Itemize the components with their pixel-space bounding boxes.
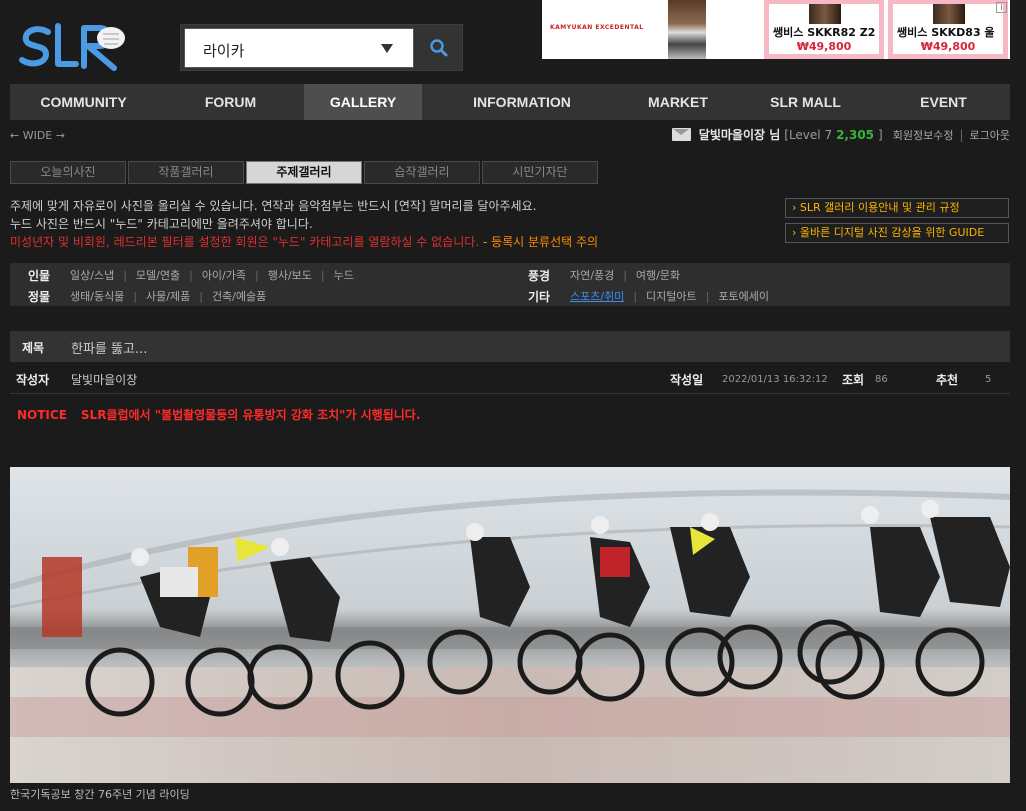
category-link[interactable]: 모델/연출 [136,267,180,283]
tab-citizen-reporter[interactable]: 시민기자단 [482,161,598,184]
category-label: 풍경 [528,268,551,283]
tab-work-gallery[interactable]: 작품갤러리 [128,161,244,184]
photo-caption: 한국기독공보 창간 76주년 기념 라이딩 [10,788,190,801]
slr-logo-mark [19,23,125,71]
user-points: 2,305 [836,127,875,142]
ad-info-icon[interactable]: i [996,2,1007,13]
notice-tag: NOTICE [17,408,67,422]
category-row: 풍경 자연/풍경 | 여행/문화 [528,267,681,283]
category-link[interactable]: 생태/동식물 [70,288,124,304]
chevron-down-icon [381,44,393,53]
search-category-value: 라이카 [203,42,245,60]
category-row: 인물 일상/스냅 | 모델/연출 | 아이/가족 | 행사/보도 | 누드 [28,267,354,283]
post-title: 한파를 뚫고... [71,342,148,357]
category-link[interactable]: 자연/풍경 [570,267,614,283]
search-category-select[interactable]: 라이카 [184,28,414,68]
category-panel: 인물 일상/스냅 | 모델/연출 | 아이/가족 | 행사/보도 | 누드 풍경 자연/… [10,263,1010,306]
envelope-icon[interactable] [671,128,691,141]
ad-product-name: 쌩비스 SKKR82 Z2 [773,26,876,39]
category-link-selected[interactable]: 스포츠/취미 [570,288,624,304]
cyclists-photo [10,467,1010,783]
logout-link[interactable]: 로그아웃 [970,127,1010,143]
edit-profile-link[interactable]: 회원정보수정 [893,127,954,143]
tab-theme-gallery[interactable]: 주제갤러리 [246,161,362,184]
date-label: 작성일 [670,373,704,387]
category-row: 정물 생태/동식물 | 사물/제품 | 건축/예술품 [28,288,267,304]
post-title-row: 제목 한파를 뚫고... [10,331,1010,362]
post-author[interactable]: 달빛마을이장 [71,371,137,388]
views-label: 조회 [842,373,865,387]
nav-forum[interactable]: FORUM [157,84,304,120]
ad-product-price: ₩49,800 [796,40,852,53]
post-date: 2022/01/13 16:32:12 [722,374,828,385]
ad-product-card[interactable]: 쌩비스 SKKD83 울 ₩49,800 [888,0,1008,59]
user-nickname[interactable]: 달빛마을이장 님 [699,126,780,143]
search-icon [429,38,447,56]
rule-line-warning: 미성년자 및 비회원, 레드리본 필터를 설정한 회원은 "누드" 카테고리를 … [10,233,598,251]
post-photo[interactable] [10,467,1010,783]
ad-product-image [668,0,706,59]
rule-line: 누드 사진은 반드시 "누드" 카테고리에만 올려주셔야 합니다. [10,217,313,231]
post-views: 86 [875,374,888,385]
notice-text: SLR클럽에서 "불법촬영물등의 유통방지 강화 조치"가 시행됩니다. [80,408,421,422]
divider: | [959,127,964,142]
gallery-guide-button[interactable]: › SLR 갤러리 이용안내 및 관리 규정 [785,198,1009,218]
post-meta-row: 작성자 달빛마을이장 작성일 2022/01/13 16:32:12 조회 86… [10,362,1010,394]
photo-guide-button[interactable]: › 올바른 디지털 사진 감상을 위한 GUIDE [785,223,1009,243]
category-link[interactable]: 포토에세이 [718,288,769,304]
nav-information[interactable]: INFORMATION [422,84,622,120]
tab-today-photo[interactable]: 오늘의사진 [10,161,126,184]
author-label: 작성자 [16,373,50,387]
warning-text: 미성년자 및 비회원, 레드리본 필터를 설정한 회원은 "누드" 카테고리를 … [10,235,480,249]
notice-bar[interactable]: NOTICE SLR클럽에서 "불법촬영물등의 유통방지 강화 조치"가 시행됩니… [17,406,420,423]
gallery-subtabs: 오늘의사진 작품갤러리 주제갤러리 습작갤러리 시민기자단 [10,161,598,184]
nav-gallery[interactable]: GALLERY [304,84,422,120]
category-link[interactable]: 일상/스냅 [70,267,114,283]
ad-product-price: ₩49,800 [920,40,976,53]
ad-product-name: 쌩비스 SKKD83 울 [897,26,995,39]
user-bar: 달빛마을이장 님 [Level 7 2,305 ] 회원정보수정 | 로그아웃 [671,126,1010,143]
search-area: 라이카 [180,24,463,71]
likes-label: 추천 [936,373,959,387]
category-link[interactable]: 여행/문화 [636,267,680,283]
category-link[interactable]: 행사/보도 [268,267,312,283]
ad-product-thumb [933,4,965,24]
category-link[interactable]: 디지털아트 [646,288,697,304]
ad-product-card[interactable]: 쌩비스 SKKR82 Z2 ₩49,800 [764,0,884,59]
gallery-rules: 주제에 맞게 자유로이 사진을 올리실 수 있습니다. 연작과 음악첨부는 반드… [10,197,598,251]
post-likes: 5 [985,374,992,385]
category-label: 인물 [28,268,51,283]
category-link[interactable]: 사물/제품 [146,288,190,304]
category-link[interactable]: 건축/예술품 [212,288,266,304]
slr-logo[interactable] [18,20,128,72]
nav-slr-mall[interactable]: SLR MALL [734,84,877,120]
ad-banner[interactable]: KAMYUKAN EXCEDENTAL 쌩비스 SKKR82 Z2 ₩49,80… [542,0,1010,59]
wide-toggle[interactable]: ← WIDE → [10,129,65,142]
tab-practice-gallery[interactable]: 습작갤러리 [364,161,480,184]
search-button[interactable] [415,25,462,70]
nav-market[interactable]: MARKET [622,84,734,120]
category-label: 정물 [28,289,51,304]
ad-product-thumb [809,4,841,24]
user-level-close: ] [878,127,883,142]
category-row: 기타 스포츠/취미 | 디지털아트 | 포토에세이 [528,288,769,304]
nav-event[interactable]: EVENT [877,84,1010,120]
ad-brand: KAMYUKAN EXCEDENTAL [550,24,644,31]
rule-line: 주제에 맞게 자유로이 사진을 올리실 수 있습니다. 연작과 음악첨부는 반드… [10,199,537,213]
category-link[interactable]: 누드 [334,267,354,283]
post-title-label: 제목 [22,341,45,355]
category-link[interactable]: 아이/가족 [202,267,246,283]
warning-tip: - 등록시 분류선택 주의 [479,235,599,249]
nav-community[interactable]: COMMUNITY [10,84,157,120]
category-label: 기타 [528,289,551,304]
main-nav: COMMUNITY FORUM GALLERY INFORMATION MARK… [10,84,1010,120]
user-level: [Level 7 [784,127,833,142]
